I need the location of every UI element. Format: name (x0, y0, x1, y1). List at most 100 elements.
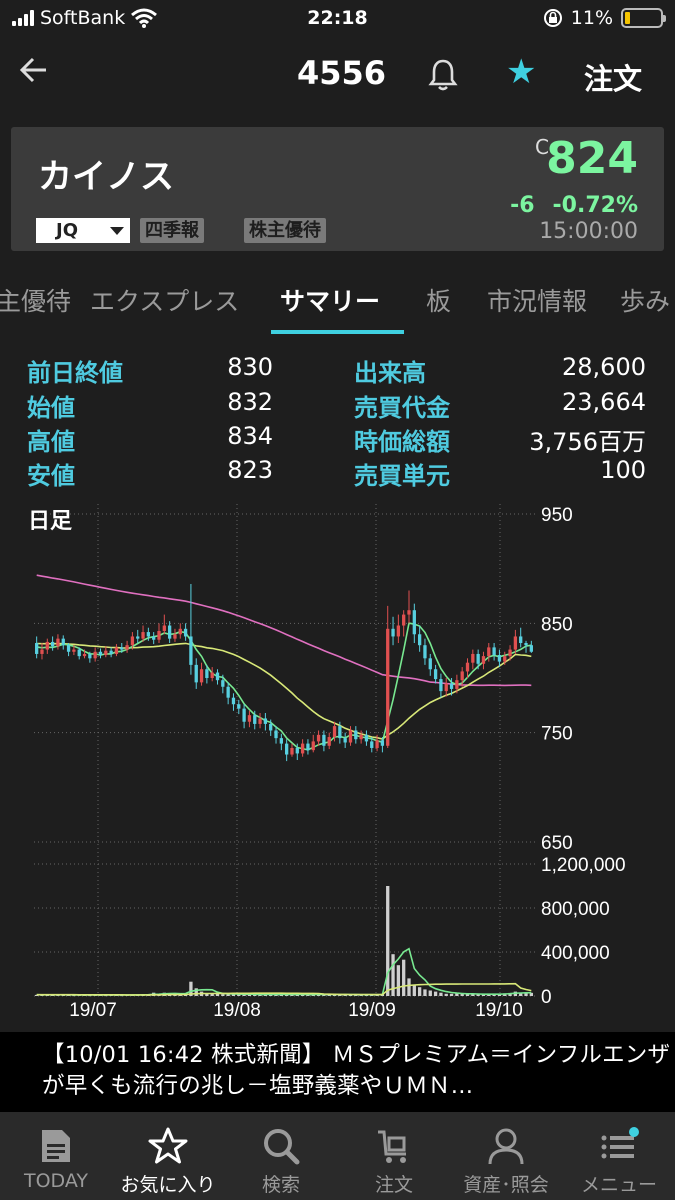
nav-favorites[interactable]: お気に入り (112, 1112, 224, 1200)
summary-value: 3,756百万 (529, 428, 646, 456)
volume-bar (402, 959, 406, 996)
candle-body (423, 645, 427, 659)
price-tick-label: 950 (541, 505, 573, 526)
candle-body (455, 680, 459, 689)
volume-bar (396, 965, 401, 996)
tab-yutai[interactable]: 主優待 (0, 282, 71, 318)
ma-long-line (36, 574, 532, 687)
candle-body (199, 669, 204, 683)
user-icon (488, 1128, 524, 1165)
candle-body (343, 738, 347, 743)
yutai-tag[interactable]: 株主優待 (244, 218, 326, 243)
tab-summary[interactable]: サマリー (280, 282, 380, 318)
orientation-lock-icon (543, 9, 562, 27)
cart-icon (378, 1130, 406, 1163)
x-axis-label: 19/08 (213, 1000, 261, 1021)
candle-body (508, 649, 512, 657)
candle-body (412, 610, 416, 635)
candle-body (487, 647, 491, 657)
summary-value: 100 (600, 456, 646, 484)
nav-bar: 4556 ★ 注文 (0, 40, 675, 110)
tab-market-info[interactable]: 市況情報 (487, 282, 587, 318)
candle-body (327, 737, 331, 746)
back-arrow-icon[interactable] (18, 54, 50, 86)
candle-body (194, 664, 198, 683)
nav-assets[interactable]: 資産･照会 (450, 1112, 562, 1200)
nav-label: メニュー (580, 1174, 657, 1196)
candle-body (386, 628, 390, 746)
candle-body (130, 636, 135, 646)
candle-body (114, 647, 119, 654)
price-tick-label: 650 (541, 833, 573, 854)
menu-list-icon (601, 1127, 639, 1159)
candle-body (375, 740, 379, 748)
candle-body (460, 671, 464, 681)
star-outline-icon (148, 1127, 188, 1164)
candle-body (205, 669, 209, 678)
candle-body (465, 662, 470, 672)
volume-bar (407, 978, 411, 996)
favorite-star-icon[interactable]: ★ (506, 52, 536, 92)
candle-body (407, 610, 411, 615)
candle-body (449, 683, 454, 689)
candle-body (444, 683, 448, 692)
volume-bar (449, 993, 454, 996)
summary-key: 時価総額 (354, 428, 450, 456)
candle-body (242, 708, 246, 722)
order-button[interactable]: 注文 (584, 56, 642, 98)
news-document-icon (42, 1130, 70, 1162)
nav-search[interactable]: 検索 (225, 1112, 337, 1200)
candle-body (332, 726, 337, 738)
tab-active-indicator (271, 330, 404, 334)
candle-body (88, 653, 92, 659)
candle-body (178, 628, 182, 635)
change-percent: -0.72% (552, 193, 638, 218)
candle-body (157, 630, 161, 640)
candle-body (61, 638, 65, 646)
price-chart[interactable]: 950 850 750 6501,200,000 800,000 400,000 0 日足 19… (0, 500, 675, 1030)
tab-trades[interactable]: 歩み (620, 282, 670, 318)
candle-body (417, 634, 422, 646)
candle-body (82, 653, 87, 657)
nav-order[interactable]: 注文 (338, 1112, 450, 1200)
nav-today[interactable]: TODAY (0, 1112, 112, 1200)
candle-body (433, 669, 438, 680)
candle-body (40, 649, 44, 654)
candle-body (237, 704, 241, 709)
summary-value: 834 (227, 422, 273, 450)
candle-body (215, 672, 220, 681)
nav-menu[interactable]: メニュー (563, 1112, 675, 1200)
candle-body (72, 649, 76, 652)
tab-bar: 主優待 エクスプレス サマリー 板 市況情報 歩み (0, 270, 675, 334)
candle-body (50, 641, 55, 647)
status-bar: SoftBank 22:18 11% (0, 0, 675, 36)
candle-body (210, 672, 214, 678)
news-headline: 【10/01 16:42 株式新聞】 ＭＳプレミアム＝インフルエンザが早くも流行… (42, 1042, 671, 1099)
tab-board[interactable]: 板 (426, 282, 451, 318)
candle-body (141, 632, 145, 639)
x-axis-label: 19/10 (475, 1000, 523, 1021)
candle-body (231, 697, 236, 705)
x-axis-label: 19/07 (69, 1000, 117, 1021)
summary-value: 830 (227, 353, 273, 381)
candle-body (428, 658, 432, 670)
candle-body (439, 679, 443, 692)
candle-body (481, 656, 486, 664)
price-tick-label: 850 (541, 614, 573, 635)
candle-body (152, 636, 156, 640)
battery-icon (621, 8, 666, 28)
volume-bar (221, 994, 225, 996)
bell-icon[interactable] (428, 58, 458, 92)
candle-body (402, 614, 406, 626)
summary-key: 始値 (27, 394, 75, 422)
candle-body (226, 686, 230, 698)
volume-ma-short-line (36, 947, 532, 996)
shikiho-tag[interactable]: 四季報 (140, 218, 204, 243)
news-ticker[interactable]: 【10/01 16:42 株式新聞】 ＭＳプレミアム＝インフルエンザが早くも流行… (0, 1032, 675, 1112)
tab-express[interactable]: エクスプレス (90, 282, 239, 318)
volume-bar (428, 990, 432, 996)
candle-body (519, 636, 523, 644)
candle-body (322, 734, 326, 746)
market-select[interactable]: JQ (36, 218, 130, 243)
status-right: 11% (543, 7, 666, 29)
